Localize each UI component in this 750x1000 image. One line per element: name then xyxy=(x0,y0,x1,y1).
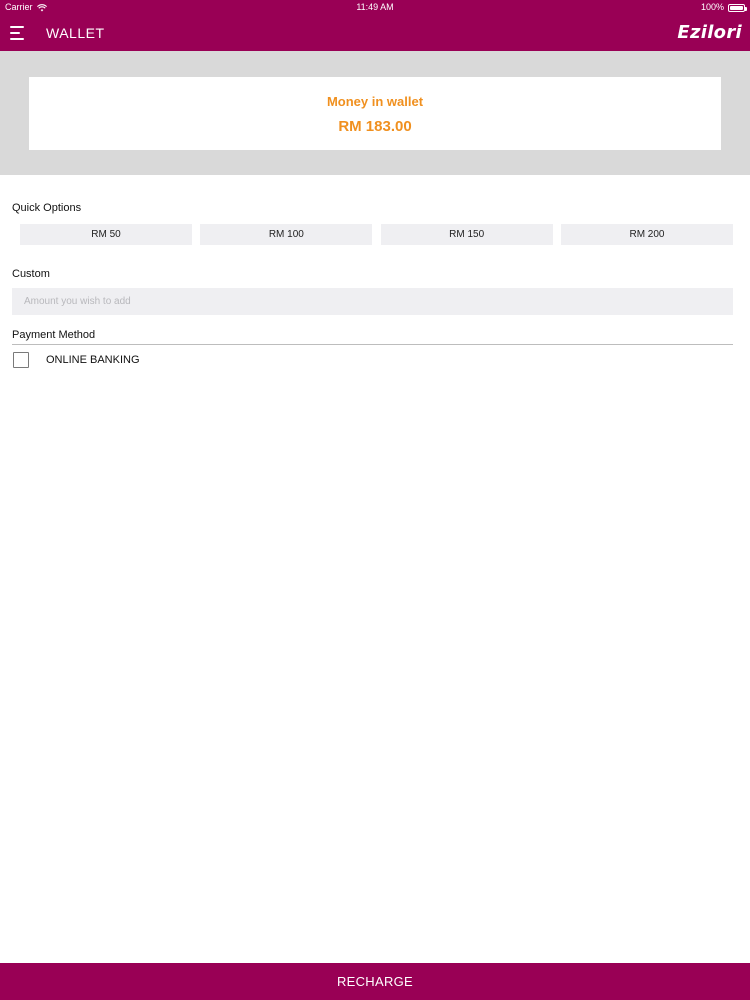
hamburger-icon[interactable] xyxy=(10,26,24,40)
quick-option-rm100-button[interactable]: RM 100 xyxy=(200,224,373,245)
battery-icon xyxy=(728,3,747,12)
status-battery: 100% xyxy=(700,0,747,15)
menu-line xyxy=(10,26,24,28)
checkbox-icon[interactable] xyxy=(13,352,29,368)
recharge-button[interactable]: RECHARGE xyxy=(0,963,750,1000)
wallet-balance-card: Money in wallet RM 183.00 xyxy=(29,77,721,150)
payment-divider xyxy=(12,344,733,345)
top-bar: Carrier 11:49 AM 100% WALLET Ezilori xyxy=(0,0,750,51)
payment-option-online-banking[interactable]: ONLINE BANKING xyxy=(13,352,140,368)
battery-percent: 100% xyxy=(700,2,724,12)
quick-options-group: RM 50 RM 100 RM 150 RM 200 xyxy=(20,224,733,245)
menu-line xyxy=(10,38,24,40)
wallet-summary-band: Money in wallet RM 183.00 xyxy=(0,51,750,175)
page-title: WALLET xyxy=(46,25,105,41)
wallet-amount: RM 183.00 xyxy=(338,118,412,135)
brand-logo: Ezilori xyxy=(677,22,742,43)
status-time: 11:49 AM xyxy=(356,2,394,12)
quick-options-label: Quick Options xyxy=(12,202,82,214)
payment-option-label: ONLINE BANKING xyxy=(46,354,140,366)
quick-option-rm150-button[interactable]: RM 150 xyxy=(380,224,553,245)
custom-label: Custom xyxy=(12,268,50,280)
custom-amount-input[interactable] xyxy=(12,288,733,315)
status-bar: Carrier 11:49 AM 100% xyxy=(0,0,750,15)
nav-bar: WALLET Ezilori xyxy=(0,15,750,51)
quick-option-rm50-button[interactable]: RM 50 xyxy=(20,224,192,245)
payment-method-label: Payment Method xyxy=(12,329,96,341)
quick-option-rm200-button[interactable]: RM 200 xyxy=(560,224,733,245)
menu-line xyxy=(10,32,20,34)
wallet-label: Money in wallet xyxy=(326,94,424,109)
